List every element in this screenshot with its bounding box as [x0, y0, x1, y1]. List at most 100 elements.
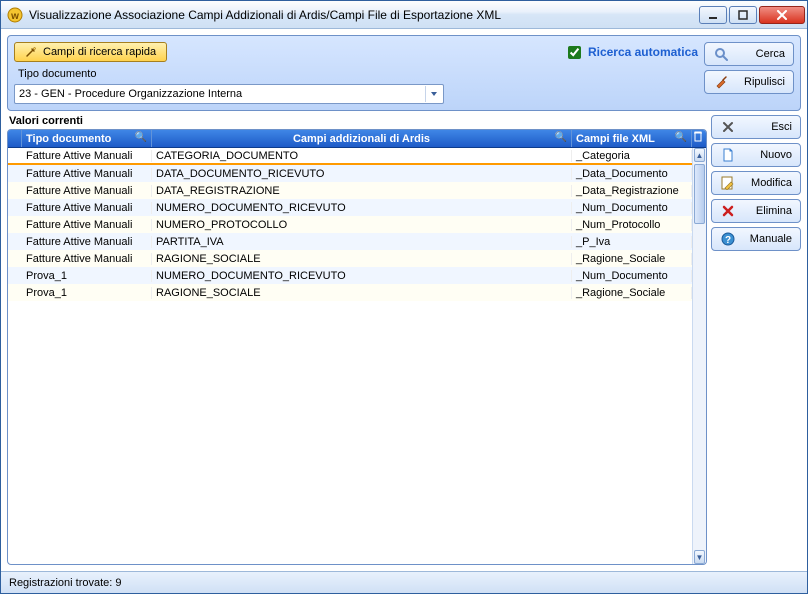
cell-doc-type: Prova_1: [22, 270, 152, 282]
col-ardis-label: Campi addizionali di Ardis: [293, 133, 430, 145]
search-label: Cerca: [735, 48, 785, 60]
window-title: Visualizzazione Associazione Campi Addiz…: [29, 8, 699, 22]
status-bar: Registrazioni trovate: 9: [1, 571, 807, 593]
table-row[interactable]: Fatture Attive ManualiNUMERO_PROTOCOLLO_…: [8, 216, 706, 233]
col-ardis[interactable]: Campi addizionali di Ardis 🔍: [152, 130, 572, 147]
cell-doc-type: Fatture Attive Manuali: [22, 253, 152, 265]
search-icon: [713, 46, 729, 62]
action-sidebar: Esci Nuovo Modifica: [711, 115, 801, 565]
cell-doc-type: Fatture Attive Manuali: [22, 202, 152, 214]
chevron-down-icon: [425, 86, 441, 102]
filter-icon: 🔍: [555, 132, 567, 143]
col-doc-type[interactable]: Tipo documento 🔍: [22, 130, 152, 147]
new-label: Nuovo: [742, 149, 792, 161]
manual-button[interactable]: ? Manuale: [711, 227, 801, 251]
table-row[interactable]: Prova_1RAGIONE_SOCIALE_Ragione_Sociale: [8, 284, 706, 301]
scroll-thumb[interactable]: [694, 164, 705, 224]
cell-ardis: PARTITA_IVA: [152, 236, 572, 248]
doc-type-combo[interactable]: 23 - GEN - Procedure Organizzazione Inte…: [14, 84, 444, 104]
cell-doc-type: Prova_1: [22, 287, 152, 299]
exit-button[interactable]: Esci: [711, 115, 801, 139]
cell-doc-type: Fatture Attive Manuali: [22, 150, 152, 162]
grid-body[interactable]: Fatture Attive ManualiCATEGORIA_DOCUMENT…: [8, 148, 706, 564]
cell-ardis: RAGIONE_SOCIALE: [152, 287, 572, 299]
status-text: Registrazioni trovate: 9: [9, 577, 122, 589]
cell-doc-type: Fatture Attive Manuali: [22, 236, 152, 248]
auto-search-checkbox[interactable]: [568, 46, 581, 59]
cell-xml: _Ragione_Sociale: [572, 253, 692, 265]
table-row[interactable]: Fatture Attive ManualiNUMERO_DOCUMENTO_R…: [8, 199, 706, 216]
cell-ardis: NUMERO_DOCUMENTO_RICEVUTO: [152, 202, 572, 214]
cell-xml: _Categoria: [572, 150, 692, 162]
doc-type-value: 23 - GEN - Procedure Organizzazione Inte…: [19, 88, 242, 100]
cell-ardis: CATEGORIA_DOCUMENTO: [152, 150, 572, 162]
cell-ardis: RAGIONE_SOCIALE: [152, 253, 572, 265]
table-row[interactable]: Fatture Attive ManualiRAGIONE_SOCIALE_Ra…: [8, 250, 706, 267]
doc-type-label: Tipo documento: [18, 68, 698, 80]
table-row[interactable]: Prova_1NUMERO_DOCUMENTO_RICEVUTO_Num_Doc…: [8, 267, 706, 284]
grid-header: Tipo documento 🔍 Campi addizionali di Ar…: [8, 130, 706, 148]
cell-xml: _Data_Documento: [572, 168, 692, 180]
col-xml[interactable]: Campi file XML 🔍: [572, 130, 692, 147]
broom-icon: [713, 74, 729, 90]
clear-button[interactable]: Ripulisci: [704, 70, 794, 94]
quick-search-button[interactable]: Campi di ricerca rapida: [14, 42, 167, 62]
auto-search-label: Ricerca automatica: [588, 45, 698, 59]
manual-label: Manuale: [742, 233, 792, 245]
quick-search-label: Campi di ricerca rapida: [43, 46, 156, 58]
edit-label: Modifica: [742, 177, 792, 189]
scroll-up-button[interactable]: ▲: [694, 148, 705, 162]
filter-icon: 🔍: [135, 132, 147, 143]
cell-xml: _Ragione_Sociale: [572, 287, 692, 299]
grid-section-title: Valori correnti: [7, 115, 707, 129]
help-icon: ?: [720, 231, 736, 247]
titlebar: w Visualizzazione Associazione Campi Add…: [1, 1, 807, 29]
cell-doc-type: Fatture Attive Manuali: [22, 168, 152, 180]
svg-text:w: w: [10, 11, 19, 22]
app-window: w Visualizzazione Associazione Campi Add…: [0, 0, 808, 594]
exit-label: Esci: [742, 121, 792, 133]
edit-button[interactable]: Modifica: [711, 171, 801, 195]
table-row[interactable]: Fatture Attive ManualiDATA_DOCUMENTO_RIC…: [8, 165, 706, 182]
table-row[interactable]: Fatture Attive ManualiCATEGORIA_DOCUMENT…: [8, 148, 706, 165]
col-doc-type-label: Tipo documento: [26, 133, 111, 145]
header-corner-right: [692, 130, 706, 147]
cell-xml: _Data_Registrazione: [572, 185, 692, 197]
filter-panel: Campi di ricerca rapida Ricerca automati…: [7, 35, 801, 111]
cell-xml: _Num_Protocollo: [572, 219, 692, 231]
new-button[interactable]: Nuovo: [711, 143, 801, 167]
app-icon: w: [7, 7, 23, 23]
svg-text:?: ?: [725, 235, 731, 246]
cell-xml: _P_Iva: [572, 236, 692, 248]
header-corner-left: [8, 130, 22, 147]
data-grid: Tipo documento 🔍 Campi addizionali di Ar…: [7, 129, 707, 565]
main-area: Valori correnti Tipo documento 🔍 Campi a…: [7, 115, 801, 565]
cell-doc-type: Fatture Attive Manuali: [22, 219, 152, 231]
pencil-icon: [720, 175, 736, 191]
table-row[interactable]: Fatture Attive ManualiPARTITA_IVA_P_Iva: [8, 233, 706, 250]
close-x-icon: [720, 119, 736, 135]
client-area: Campi di ricerca rapida Ricerca automati…: [1, 29, 807, 571]
cell-doc-type: Fatture Attive Manuali: [22, 185, 152, 197]
cell-ardis: NUMERO_DOCUMENTO_RICEVUTO: [152, 270, 572, 282]
minimize-button[interactable]: [699, 6, 727, 24]
search-button[interactable]: Cerca: [704, 42, 794, 66]
maximize-button[interactable]: [729, 6, 757, 24]
delete-x-icon: [720, 203, 736, 219]
cell-ardis: DATA_REGISTRAZIONE: [152, 185, 572, 197]
vertical-scrollbar[interactable]: ▲ ▼: [692, 148, 706, 564]
col-xml-label: Campi file XML: [576, 133, 655, 145]
cell-xml: _Num_Documento: [572, 270, 692, 282]
window-buttons: [699, 6, 805, 24]
cell-ardis: NUMERO_PROTOCOLLO: [152, 219, 572, 231]
filter-icon: 🔍: [675, 132, 687, 143]
cell-xml: _Num_Documento: [572, 202, 692, 214]
page-icon: [720, 147, 736, 163]
close-button[interactable]: [759, 6, 805, 24]
cell-ardis: DATA_DOCUMENTO_RICEVUTO: [152, 168, 572, 180]
delete-label: Elimina: [742, 205, 792, 217]
clear-label: Ripulisci: [735, 76, 785, 88]
scroll-down-button[interactable]: ▼: [694, 550, 705, 564]
delete-button[interactable]: Elimina: [711, 199, 801, 223]
table-row[interactable]: Fatture Attive ManualiDATA_REGISTRAZIONE…: [8, 182, 706, 199]
